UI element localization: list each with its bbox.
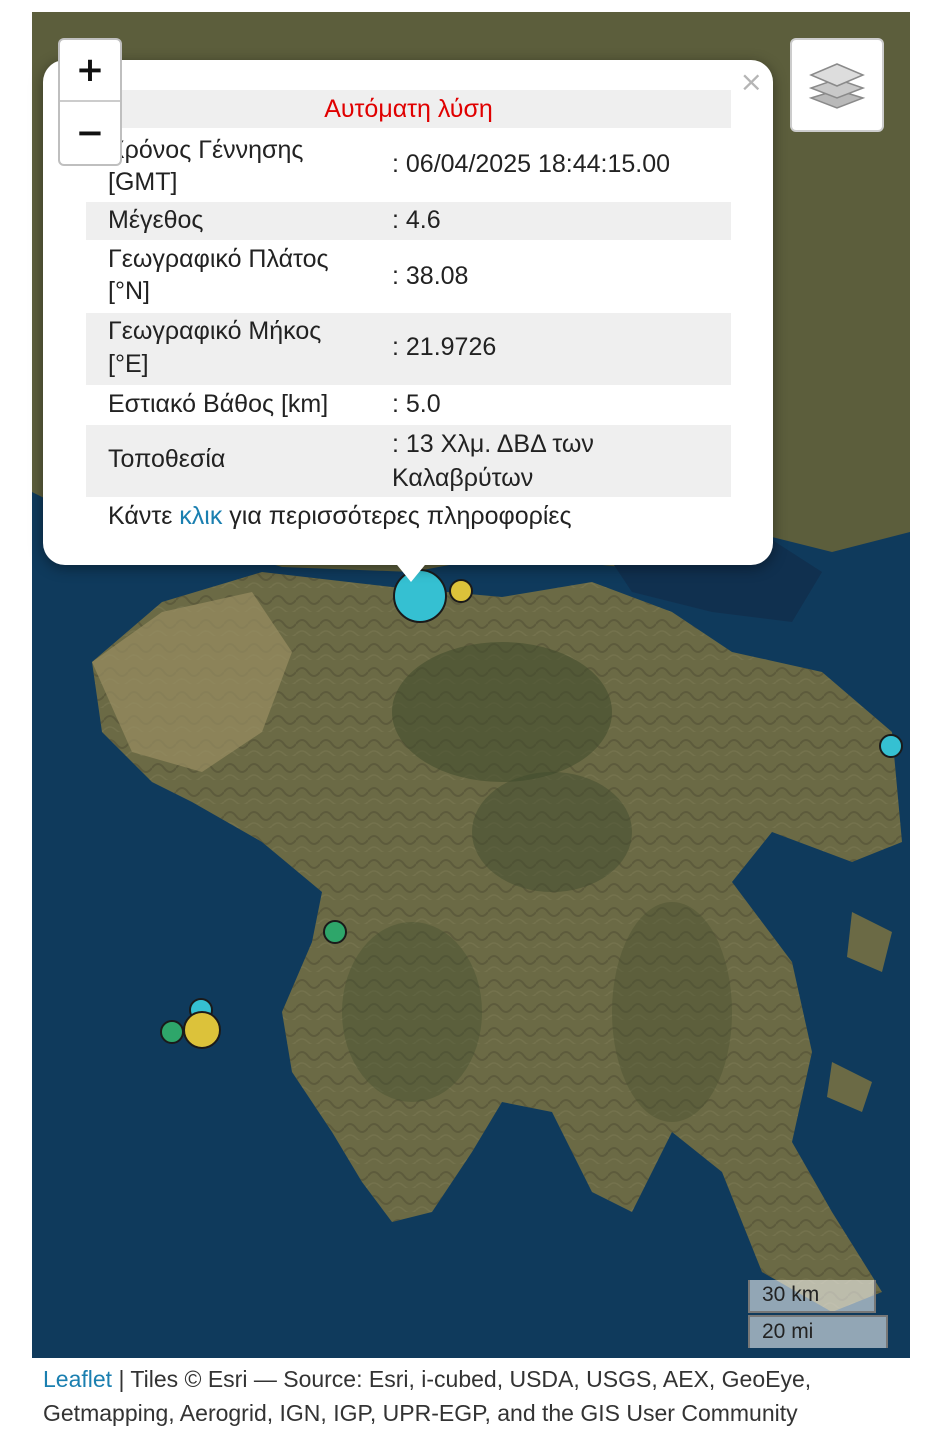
info-row-magnitude: Μέγεθος : 4.6 bbox=[86, 202, 731, 240]
row-value: : 38.08 bbox=[392, 262, 469, 290]
info-row-depth: Εστιακό Βάθος [km] : 5.0 bbox=[86, 387, 731, 425]
row-label: Γεωγραφικό Πλάτος [°N] bbox=[108, 245, 329, 305]
row-value: : 21.9726 bbox=[392, 333, 497, 361]
map-attribution: Leaflet | Tiles © Esri — Source: Esri, i… bbox=[32, 1358, 910, 1428]
row-label: Μέγεθος bbox=[108, 206, 204, 234]
row-label: Γεωγραφικό Μήκος [°E] bbox=[108, 317, 322, 378]
earthquake-marker[interactable] bbox=[449, 579, 473, 603]
earthquake-marker[interactable] bbox=[160, 1020, 184, 1044]
attribution-text: | Tiles © Esri — Source: Esri, i-cubed, … bbox=[43, 1366, 812, 1426]
more-info-suffix: για περισσότερες πληροφορίες bbox=[222, 502, 572, 530]
row-value: : 13 Χλμ. ΔΒΔ των Καλαβρύτων bbox=[392, 430, 594, 492]
leaflet-link[interactable]: Leaflet bbox=[43, 1366, 112, 1392]
layers-button[interactable] bbox=[790, 38, 884, 132]
layers-icon bbox=[808, 63, 866, 109]
row-label: Τοποθεσία bbox=[108, 445, 226, 473]
zoom-in-button[interactable]: + bbox=[60, 40, 120, 102]
scale-bar-km: 30 km bbox=[748, 1280, 876, 1313]
info-row-longitude: Γεωγραφικό Μήκος [°E] : 21.9726 bbox=[86, 313, 731, 385]
row-value: : 5.0 bbox=[392, 390, 441, 418]
popup-tip bbox=[393, 560, 429, 582]
close-icon[interactable]: × bbox=[740, 68, 763, 96]
row-label: Χρόνος Γέννησης [GMT] bbox=[108, 136, 304, 196]
earthquake-marker[interactable] bbox=[183, 1011, 221, 1049]
info-row-origin-time: Χρόνος Γέννησης [GMT] : 06/04/2025 18:44… bbox=[86, 132, 731, 200]
row-label: Εστιακό Βάθος [km] bbox=[108, 390, 329, 418]
info-row-location: Τοποθεσία : 13 Χλμ. ΔΒΔ των Καλαβρύτων bbox=[86, 425, 731, 497]
earthquake-marker[interactable] bbox=[323, 920, 347, 944]
more-info-prefix: Κάντε bbox=[108, 502, 180, 530]
popup-title: Αυτόματη λύση bbox=[86, 90, 731, 128]
scale-bar-mi: 20 mi bbox=[748, 1315, 888, 1348]
more-info-link[interactable]: κλικ bbox=[179, 502, 222, 530]
info-row-latitude: Γεωγραφικό Πλάτος [°N] : 38.08 bbox=[86, 243, 731, 311]
row-value: : 4.6 bbox=[392, 206, 441, 234]
row-value: : 06/04/2025 18:44:15.00 bbox=[392, 150, 671, 178]
earthquake-marker[interactable] bbox=[879, 734, 903, 758]
earthquake-popup: × Αυτόματη λύση Χρόνος Γέννησης [GMT] : … bbox=[43, 60, 773, 565]
more-info-text: Κάντε κλικ για περισσότερες πληροφορίες bbox=[108, 502, 572, 531]
zoom-out-button[interactable]: − bbox=[60, 102, 120, 164]
zoom-control: + − bbox=[58, 38, 122, 166]
